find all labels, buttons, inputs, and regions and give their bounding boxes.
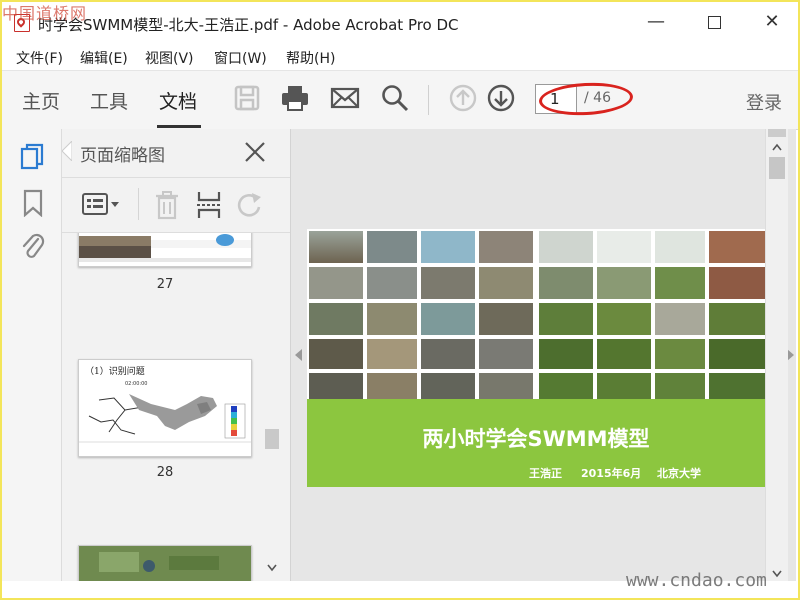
tab-home[interactable]: 主页: [22, 87, 60, 114]
delete-page-icon[interactable]: [154, 190, 180, 220]
prev-page-icon[interactable]: [448, 83, 478, 113]
email-icon[interactable]: [330, 83, 360, 113]
navigation-rail: [2, 129, 62, 581]
scroll-top-marker: [768, 129, 786, 137]
thumbnail-scroll-thumb[interactable]: [265, 429, 279, 449]
page-thumbnails-panel: 页面缩略图 27 （1）识别问题 02:00:00 28: [61, 129, 291, 581]
previous-page-arrow-icon[interactable]: [295, 349, 302, 361]
panel-pointer: [61, 139, 73, 163]
thumbnail-list: 27 （1）识别问题 02:00:00 28: [62, 233, 290, 581]
maximize-icon: [707, 15, 721, 29]
slide-title: 两小时学会SWMM模型: [422, 427, 650, 451]
panel-tool-separator: [138, 188, 139, 220]
page-thumbnails-icon[interactable]: [20, 143, 46, 171]
thumbnail-page-28[interactable]: （1）识别问题 02:00:00: [78, 359, 252, 457]
slide-title-banner: 两小时学会SWMM模型 王浩正 2015年6月 北京大学: [307, 399, 765, 487]
document-view: 两小时学会SWMM模型 王浩正 2015年6月 北京大学: [291, 129, 796, 581]
menu-file[interactable]: 文件(F): [16, 48, 63, 68]
menu-bar: 文件(F) 编辑(E) 视图(V) 窗口(W) 帮助(H): [2, 44, 798, 68]
thumbnail-27-number: 27: [156, 277, 174, 292]
login-link[interactable]: 登录: [746, 89, 782, 115]
pdf-page: 两小时学会SWMM模型 王浩正 2015年6月 北京大学: [307, 229, 765, 487]
thumbnail-28-number: 28: [156, 465, 174, 480]
attachment-icon[interactable]: [20, 231, 46, 261]
slide-author: 王浩正: [529, 467, 562, 480]
minimize-button[interactable]: —: [634, 8, 678, 36]
panel-title: 页面缩略图: [80, 146, 165, 166]
insert-page-icon[interactable]: [196, 190, 222, 220]
print-icon[interactable]: [280, 83, 310, 113]
thumbnail-29-image: [79, 546, 251, 581]
watermark-url: www.cndao.com: [626, 570, 767, 591]
menu-help[interactable]: 帮助(H): [286, 48, 335, 68]
main-toolbar: 主页 工具 文档 1 / 46 登录: [2, 70, 798, 130]
next-page-icon[interactable]: [486, 83, 516, 113]
document-scrollbar[interactable]: [765, 129, 788, 581]
save-icon[interactable]: [232, 83, 262, 113]
bookmark-icon[interactable]: [22, 189, 44, 217]
thumbnail-toolbar: [62, 177, 290, 233]
window-title: 时学会SWMM模型-北大-王浩正.pdf - Adobe Acrobat Pro…: [38, 16, 459, 34]
rotate-page-icon[interactable]: [234, 190, 264, 220]
scroll-up-icon[interactable]: [771, 143, 783, 153]
thumbnail-28-map-image: [79, 394, 251, 443]
title-bar: 时学会SWMM模型-北大-王浩正.pdf - Adobe Acrobat Pro…: [2, 2, 798, 42]
scroll-down-icon[interactable]: [266, 563, 278, 573]
slide-organization: 北京大学: [657, 467, 701, 480]
menu-edit[interactable]: 编辑(E): [80, 48, 128, 68]
slide-photo-collage: [307, 229, 765, 399]
menu-window[interactable]: 窗口(W): [214, 48, 267, 68]
tab-tools[interactable]: 工具: [90, 87, 128, 114]
tab-document[interactable]: 文档: [159, 87, 197, 114]
slide-date: 2015年6月: [581, 467, 642, 480]
document-scroll-thumb[interactable]: [769, 157, 785, 179]
thumbnail-options-icon[interactable]: [82, 192, 122, 218]
thumbnail-page-27[interactable]: [78, 233, 252, 267]
maximize-button[interactable]: [692, 8, 736, 36]
scroll-down-icon[interactable]: [771, 569, 783, 579]
next-page-arrow-icon[interactable]: [787, 349, 794, 361]
thumbnail-27-image: [79, 233, 251, 266]
close-button[interactable]: ✕: [750, 8, 794, 36]
thumbnail-page-29[interactable]: [78, 545, 252, 581]
watermark-logo-text: 中国道桥网: [2, 4, 88, 23]
search-icon[interactable]: [380, 83, 410, 113]
active-tab-indicator: [157, 125, 201, 128]
thumbnail-scrollbar[interactable]: [262, 233, 282, 581]
menu-view[interactable]: 视图(V): [145, 48, 194, 68]
toolbar-separator: [428, 85, 429, 115]
close-panel-icon[interactable]: [242, 139, 268, 165]
